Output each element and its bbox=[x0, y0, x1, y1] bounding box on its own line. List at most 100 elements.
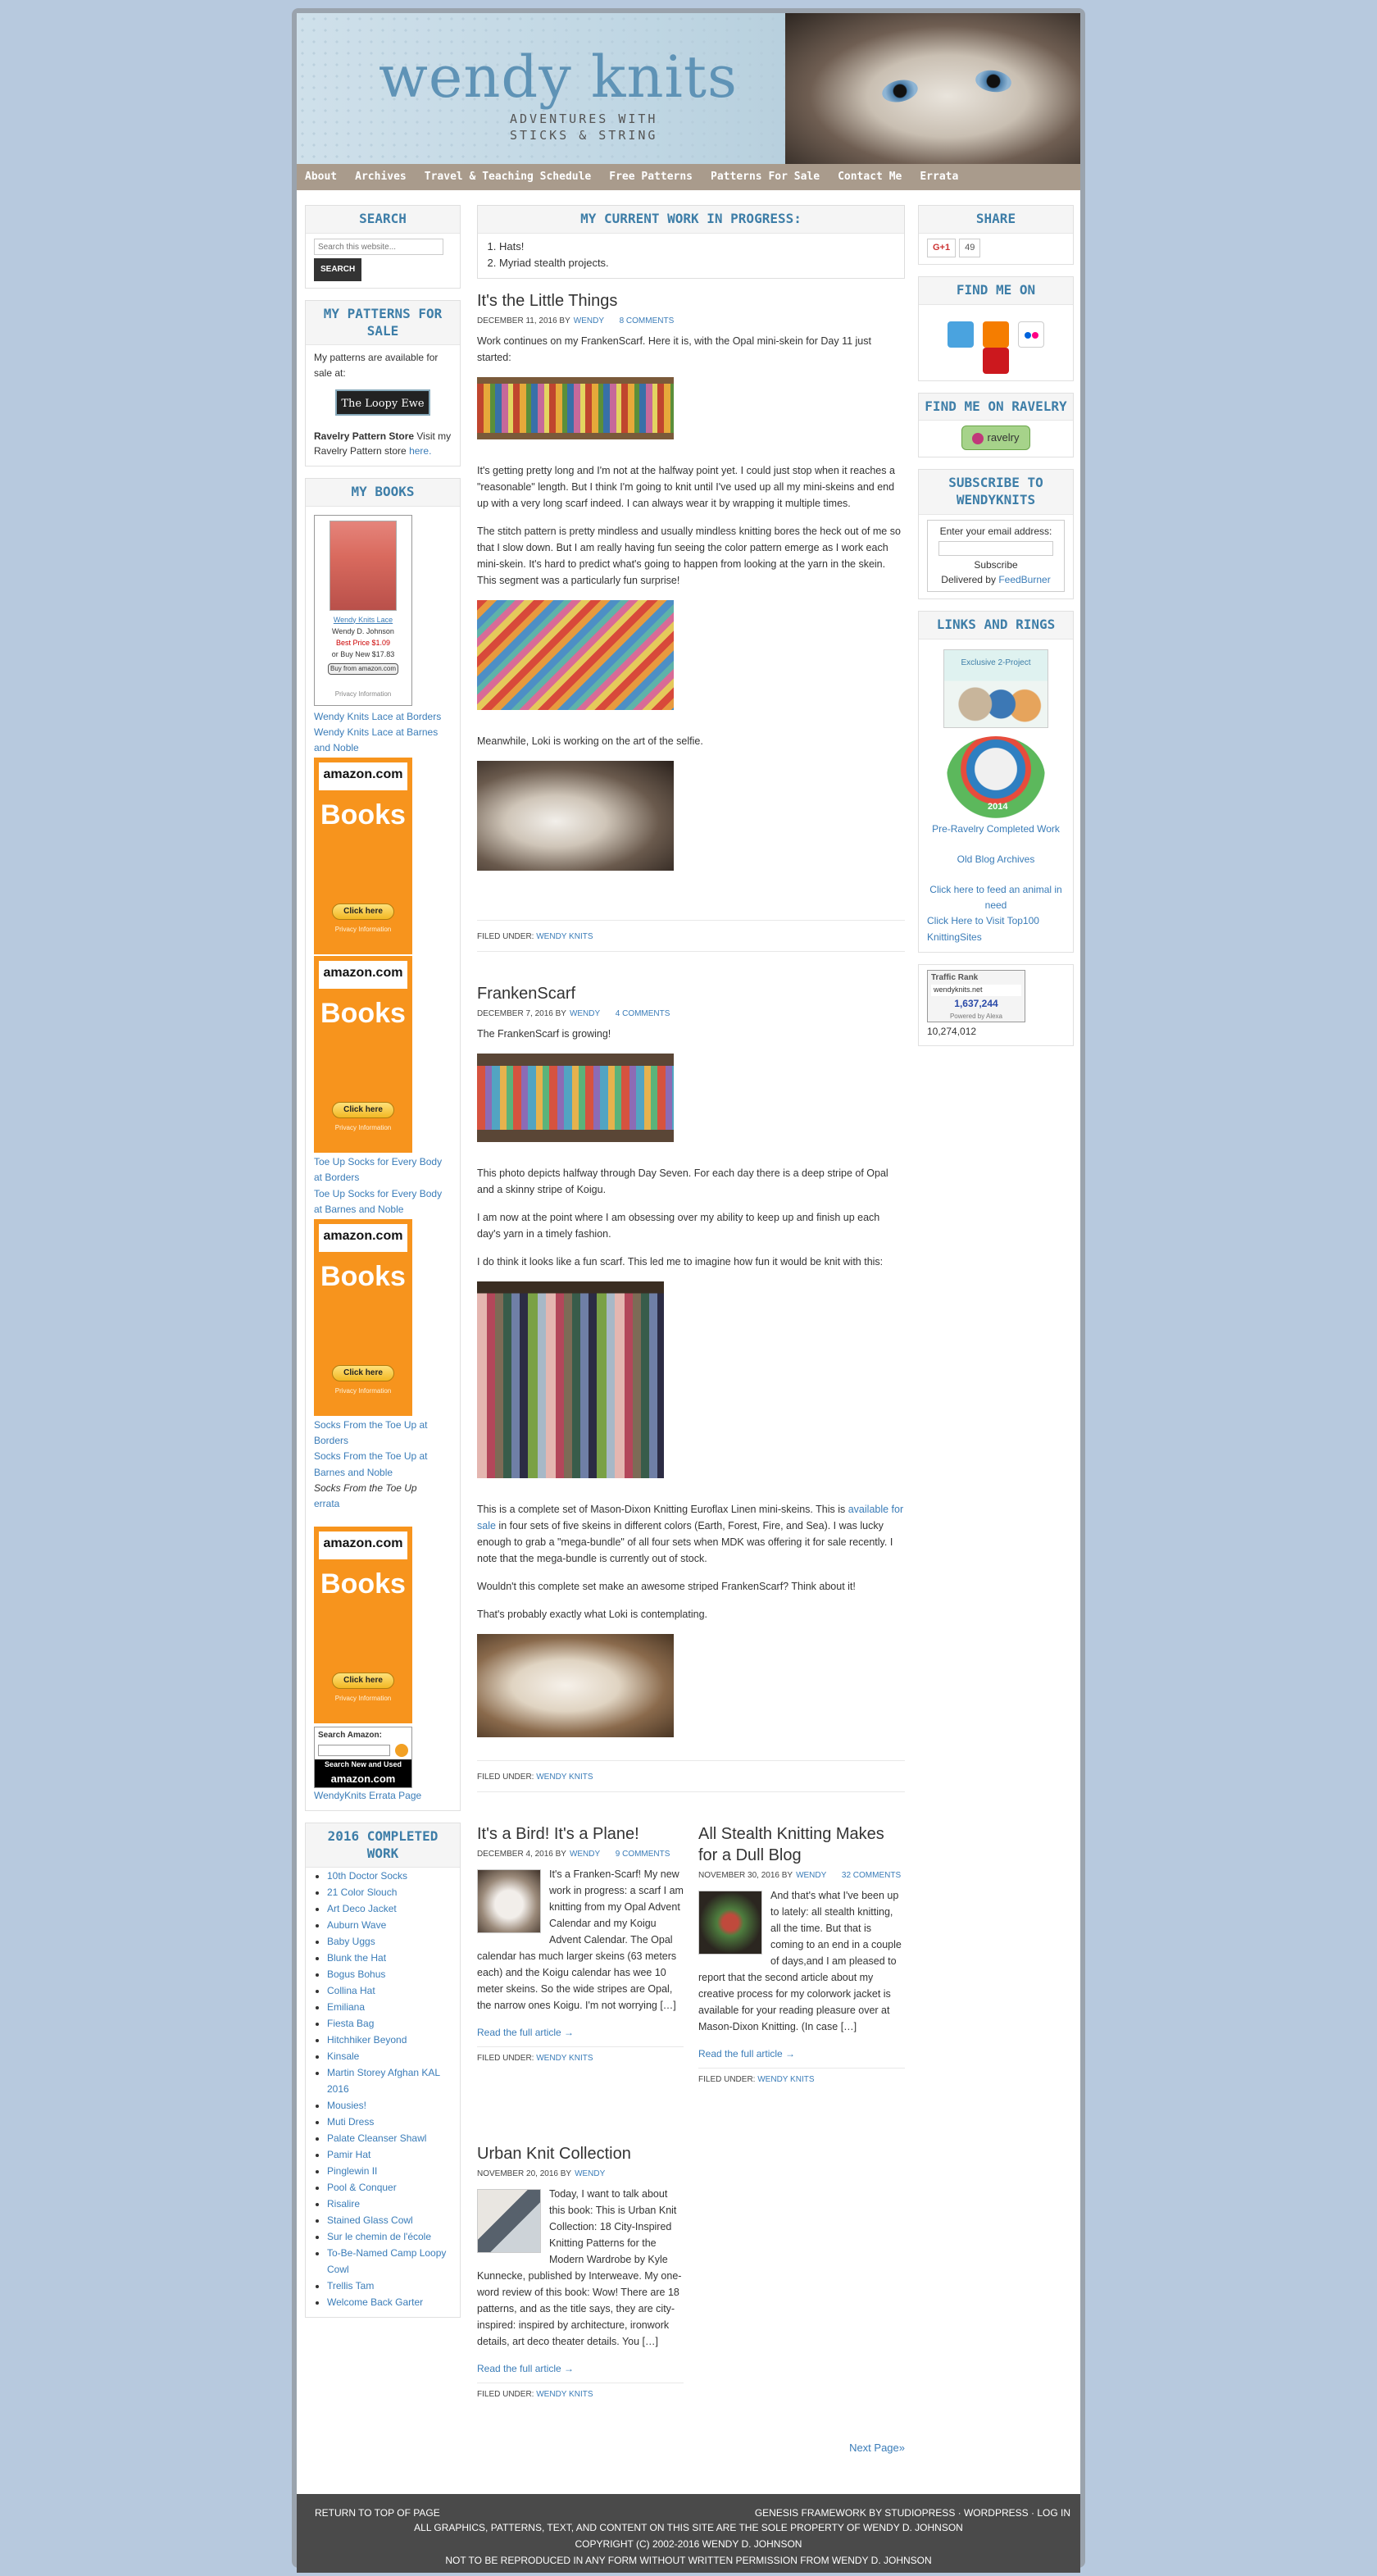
flickr-icon[interactable] bbox=[1018, 321, 1045, 348]
amazon-book-box[interactable]: Wendy Knits Lace Wendy D. Johnson Best P… bbox=[314, 514, 412, 706]
buy-from-amazon-button[interactable]: Buy from amazon.com bbox=[328, 662, 398, 676]
author-link[interactable]: WENDY bbox=[796, 1871, 826, 1880]
google-plus-button[interactable]: G+1 bbox=[927, 238, 957, 257]
loki-photo[interactable] bbox=[477, 1633, 674, 1737]
youtube-icon[interactable] bbox=[983, 347, 1009, 374]
nav-contact[interactable]: Contact Me bbox=[838, 169, 902, 185]
post-thumbnail[interactable] bbox=[477, 2188, 541, 2253]
completed-work-link[interactable]: Fiesta Bag bbox=[327, 2018, 374, 2029]
loopy-ewe-logo[interactable]: The Loopy Ewe bbox=[335, 389, 430, 416]
completed-work-link[interactable]: Baby Uggs bbox=[327, 1936, 375, 1947]
exclusive-project-banner[interactable]: Exclusive 2-Project bbox=[943, 649, 1048, 728]
category-link[interactable]: WENDY KNITS bbox=[536, 2054, 593, 2063]
mini-skeins-photo[interactable] bbox=[477, 1281, 664, 1478]
book-link[interactable]: Wendy Knits Lace bbox=[334, 616, 393, 624]
book-link[interactable]: Toe Up Socks for Every Body at Barnes an… bbox=[314, 1186, 452, 1217]
search-button[interactable]: SEARCH bbox=[314, 258, 362, 281]
completed-work-link[interactable]: Pinglewin II bbox=[327, 2165, 377, 2177]
completed-work-link[interactable]: Blunk the Hat bbox=[327, 1952, 386, 1964]
nav-travel-schedule[interactable]: Travel & Teaching Schedule bbox=[425, 169, 592, 185]
completed-work-link[interactable]: Palate Cleanser Shawl bbox=[327, 2132, 426, 2144]
completed-work-link[interactable]: Muti Dress bbox=[327, 2116, 374, 2128]
book-cover-image[interactable] bbox=[329, 520, 397, 611]
completed-work-link[interactable]: Emiliana bbox=[327, 2001, 365, 2013]
read-more-link[interactable]: Read the full article → bbox=[698, 2046, 905, 2062]
privacy-info[interactable]: Privacy Information bbox=[320, 690, 407, 699]
blogger-icon[interactable] bbox=[983, 321, 1009, 348]
twitter-icon[interactable] bbox=[947, 321, 974, 348]
errata-page-link[interactable]: WendyKnits Errata Page bbox=[314, 1788, 452, 1804]
author-link[interactable]: WENDY bbox=[570, 1009, 600, 1018]
amazon-books-ad[interactable]: amazon.com Books Click here Privacy Inform… bbox=[314, 1218, 412, 1416]
category-link[interactable]: WENDY KNITS bbox=[536, 932, 593, 941]
pre-ravelry-link[interactable]: Pre-Ravelry Completed Work bbox=[927, 821, 1065, 837]
book-link[interactable]: Socks From the Toe Up at Borders bbox=[314, 1418, 452, 1449]
completed-work-link[interactable]: Pamir Hat bbox=[327, 2149, 370, 2160]
completed-work-link[interactable]: Welcome Back Garter bbox=[327, 2296, 423, 2308]
completed-work-link[interactable]: Hitchhiker Beyond bbox=[327, 2034, 407, 2046]
post-title[interactable]: All Stealth Knitting Makes for a Dull Bl… bbox=[698, 1823, 905, 1866]
completed-work-link[interactable]: Risalire bbox=[327, 2198, 360, 2210]
completed-work-link[interactable]: To-Be-Named Camp Loopy Cowl bbox=[327, 2247, 446, 2275]
category-link[interactable]: WENDY KNITS bbox=[536, 2390, 593, 2399]
alexa-badge[interactable]: Traffic Rank wendyknits.net 1,637,244 Po… bbox=[927, 969, 1025, 1022]
subscribe-button[interactable]: Subscribe bbox=[931, 558, 1061, 573]
return-to-top-link[interactable]: RETURN TO TOP OF PAGE bbox=[315, 2505, 440, 2521]
comments-link[interactable]: 8 COMMENTS bbox=[620, 316, 675, 325]
book-link[interactable]: Toe Up Socks for Every Body at Borders bbox=[314, 1154, 452, 1186]
zigzag-scarf-photo[interactable] bbox=[477, 599, 674, 710]
amazon-books-ad[interactable]: amazon.com Books Click here Privacy Inform… bbox=[314, 1527, 412, 1724]
completed-work-link[interactable]: Stained Glass Cowl bbox=[327, 2214, 413, 2226]
completed-work-link[interactable]: Kinsale bbox=[327, 2050, 359, 2062]
frankenscarf-photo[interactable] bbox=[477, 376, 674, 439]
completed-work-link[interactable]: Pool & Conquer bbox=[327, 2182, 397, 2193]
old-archives-link[interactable]: Old Blog Archives bbox=[927, 852, 1065, 867]
post-title[interactable]: It's a Bird! It's a Plane! bbox=[477, 1823, 684, 1845]
completed-work-link[interactable]: 10th Doctor Socks bbox=[327, 1870, 407, 1882]
site-header[interactable]: wendy knits ADVENTURES WITH STICKS & STR… bbox=[297, 13, 1080, 164]
completed-work-link[interactable]: Auburn Wave bbox=[327, 1919, 386, 1931]
top100-link[interactable]: Click Here to Visit Top100 KnittingSites bbox=[927, 913, 1065, 944]
post-thumbnail[interactable] bbox=[698, 1890, 762, 1955]
nav-about[interactable]: About bbox=[305, 169, 337, 185]
book-link[interactable]: Wendy Knits Lace at Barnes and Noble bbox=[314, 725, 452, 756]
completed-work-link[interactable]: 21 Color Slouch bbox=[327, 1886, 397, 1898]
comments-link[interactable]: 4 COMMENTS bbox=[616, 1009, 670, 1018]
completed-work-link[interactable]: Sur le chemin de l'école bbox=[327, 2231, 431, 2242]
feedburner-link[interactable]: FeedBurner bbox=[998, 574, 1050, 585]
post-title[interactable]: It's the Little Things bbox=[477, 290, 905, 312]
post-title[interactable]: FrankenScarf bbox=[477, 983, 905, 1004]
completed-work-link[interactable]: Mousies! bbox=[327, 2100, 366, 2111]
go-icon[interactable] bbox=[395, 1743, 408, 1757]
completed-work-link[interactable]: Collina Hat bbox=[327, 1985, 375, 1996]
author-link[interactable]: WENDY bbox=[570, 1850, 600, 1859]
errata-link[interactable]: errata bbox=[314, 1496, 452, 1512]
nav-patterns-for-sale[interactable]: Patterns For Sale bbox=[711, 169, 820, 185]
author-link[interactable]: WENDY bbox=[575, 2169, 605, 2178]
author-link[interactable]: WENDY bbox=[574, 316, 604, 325]
post-title[interactable]: Urban Knit Collection bbox=[477, 2143, 684, 2164]
completed-work-link[interactable]: Martin Storey Afghan KAL 2016 bbox=[327, 2067, 440, 2095]
amazon-books-ad[interactable]: amazon.com Books Click here Privacy Inform… bbox=[314, 956, 412, 1154]
search-input[interactable] bbox=[314, 239, 443, 256]
frankenscarf-photo[interactable] bbox=[477, 1053, 674, 1142]
completed-work-link[interactable]: Bogus Bohus bbox=[327, 1968, 385, 1980]
read-more-link[interactable]: Read the full article → bbox=[477, 2361, 684, 2377]
nav-archives[interactable]: Archives bbox=[355, 169, 407, 185]
camp-loopy-badge[interactable]: 2014 bbox=[947, 735, 1045, 818]
completed-work-link[interactable]: Trellis Tam bbox=[327, 2280, 374, 2292]
book-link[interactable]: Wendy Knits Lace at Borders bbox=[314, 709, 452, 725]
email-input[interactable] bbox=[938, 540, 1053, 556]
ravelry-badge[interactable]: ravelry bbox=[961, 426, 1030, 451]
category-link[interactable]: WENDY KNITS bbox=[757, 2075, 814, 2084]
footer-credits-links[interactable]: GENESIS FRAMEWORK BY STUDIOPRESS · WORDP… bbox=[755, 2505, 1070, 2521]
category-link[interactable]: WENDY KNITS bbox=[536, 1773, 593, 1782]
loki-selfie-photo[interactable] bbox=[477, 760, 674, 871]
feed-animal-link[interactable]: Click here to feed an animal in need bbox=[927, 882, 1065, 913]
nav-errata[interactable]: Errata bbox=[920, 169, 958, 185]
comments-link[interactable]: 32 COMMENTS bbox=[842, 1871, 901, 1880]
site-title[interactable]: wendy knits bbox=[379, 33, 738, 122]
post-thumbnail[interactable] bbox=[477, 1868, 541, 1933]
read-more-link[interactable]: Read the full article → bbox=[477, 2025, 684, 2041]
nav-free-patterns[interactable]: Free Patterns bbox=[609, 169, 693, 185]
